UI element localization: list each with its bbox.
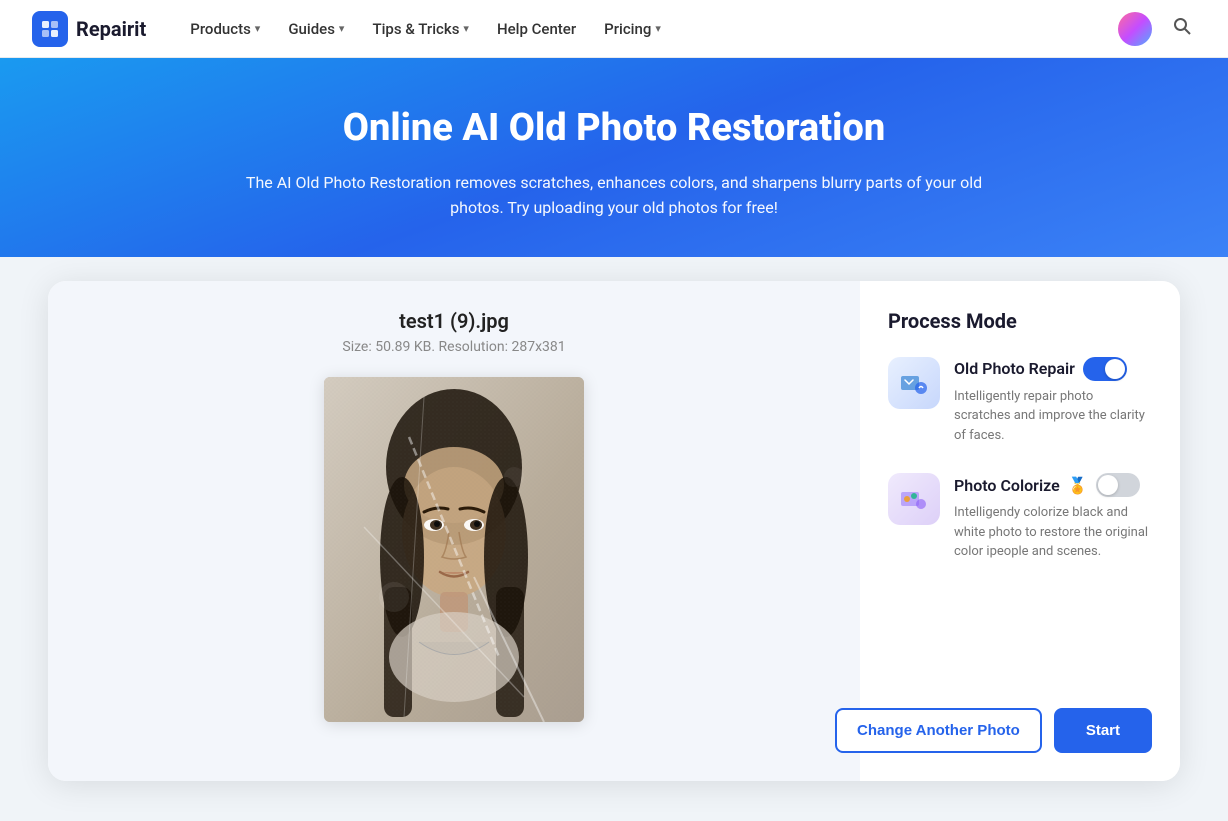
logo-text: Repairit [76,17,146,41]
colorize-mode-header: Photo Colorize 🏅 [954,473,1152,497]
nav-item-products[interactable]: Products ▾ [178,14,272,44]
repair-toggle[interactable] [1083,357,1127,381]
colorize-toggle[interactable] [1096,473,1140,497]
nav-item-pricing[interactable]: Pricing ▾ [592,14,673,44]
toggle-knob [1105,359,1125,379]
nav-item-guides[interactable]: Guides ▾ [276,14,356,44]
file-name: test1 (9).jpg [399,309,509,333]
nav-item-tips-tricks[interactable]: Tips & Tricks ▾ [360,14,481,44]
change-photo-button[interactable]: Change Another Photo [835,708,1042,753]
left-panel: test1 (9).jpg Size: 50.89 KB. Resolution… [48,281,860,781]
colorize-mode-name: Photo Colorize [954,476,1060,495]
chevron-down-icon: ▾ [255,22,261,35]
mode-item-colorize: Photo Colorize 🏅 Intelligendy colorize b… [888,473,1152,562]
colorize-mode-desc: Intelligendy colorize black and white ph… [954,503,1152,562]
toggle-knob [1098,475,1118,495]
repair-mode-content: Old Photo Repair Intelligently repair ph… [954,357,1152,446]
process-mode-title: Process Mode [888,309,1152,333]
avatar[interactable] [1118,12,1152,46]
search-icon[interactable] [1168,12,1196,45]
hero-section: Online AI Old Photo Restoration The AI O… [0,58,1228,257]
colorize-mode-icon [888,473,940,525]
start-button[interactable]: Start [1054,708,1152,753]
repair-mode-desc: Intelligently repair photo scratches and… [954,387,1152,446]
chevron-down-icon: ▾ [463,22,469,35]
right-panel: Process Mode Old Photo Repair [860,281,1180,781]
main-card: test1 (9).jpg Size: 50.89 KB. Resolution… [48,281,1180,781]
file-meta: Size: 50.89 KB. Resolution: 287x381 [342,339,565,355]
colorize-medal-icon: 🏅 [1068,476,1088,495]
chevron-down-icon: ▾ [655,22,661,35]
hero-subtitle: The AI Old Photo Restoration removes scr… [224,170,1004,221]
logo[interactable]: Repairit [32,11,146,47]
mode-item-repair: Old Photo Repair Intelligently repair ph… [888,357,1152,446]
repair-mode-name: Old Photo Repair [954,359,1075,378]
chevron-down-icon: ▾ [339,22,345,35]
nav-items: Products ▾ Guides ▾ Tips & Tricks ▾ Help… [178,14,1118,44]
panel-footer: Change Another Photo Start [888,708,1152,753]
nav-item-help-center[interactable]: Help Center [485,14,588,44]
navbar: Repairit Products ▾ Guides ▾ Tips & Tric… [0,0,1228,58]
colorize-mode-content: Photo Colorize 🏅 Intelligendy colorize b… [954,473,1152,562]
hero-title: Online AI Old Photo Restoration [20,106,1208,152]
repair-mode-header: Old Photo Repair [954,357,1152,381]
nav-right [1118,12,1196,46]
photo-preview [324,377,584,722]
card-inner: test1 (9).jpg Size: 50.89 KB. Resolution… [48,281,1180,781]
repair-mode-icon [888,357,940,409]
logo-icon [32,11,68,47]
main-container: test1 (9).jpg Size: 50.89 KB. Resolution… [24,257,1204,821]
